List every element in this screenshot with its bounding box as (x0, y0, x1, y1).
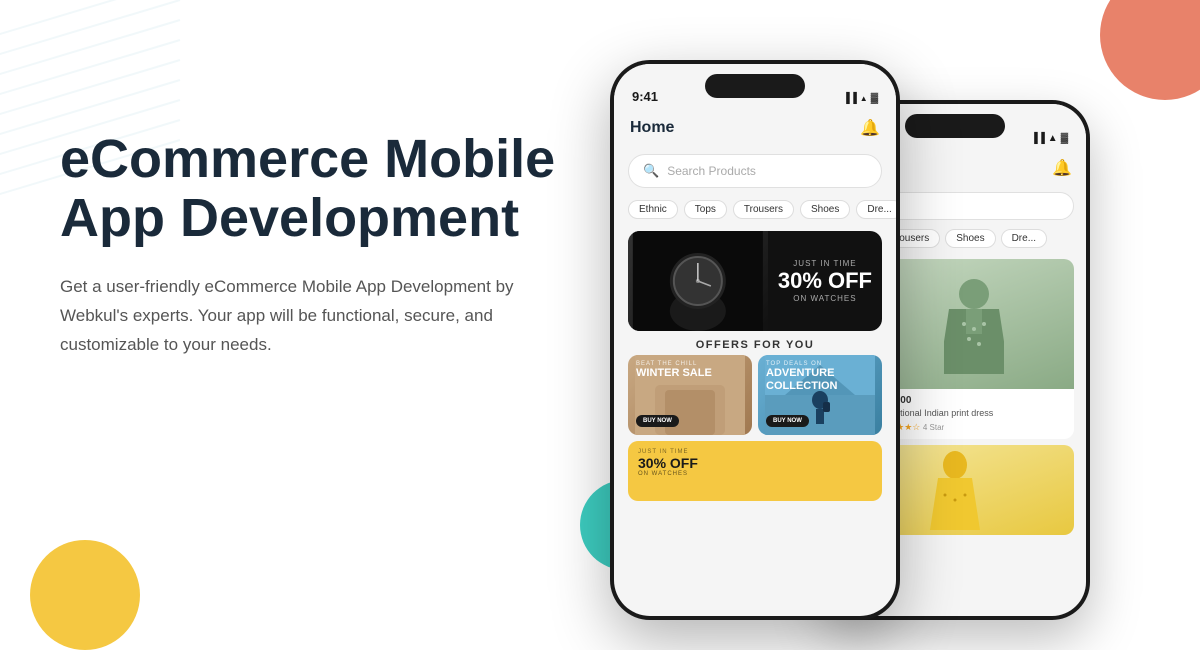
offer-adventure[interactable]: TOP DEALS ON ADVENTURE COLLECTION BUY NO… (758, 355, 882, 435)
product2-image (930, 450, 980, 530)
banner-image (628, 231, 768, 331)
product1-price: ₹ 1500 (880, 395, 1068, 406)
chip-ethnic[interactable]: Ethnic (628, 200, 678, 219)
phone1-bell-icon[interactable]: 🔔 (860, 118, 880, 138)
chip-shoes[interactable]: Shoes (800, 200, 850, 219)
offer-adventure-btn[interactable]: BUY NOW (766, 415, 809, 427)
chip-trousers[interactable]: Trousers (733, 200, 794, 219)
page-title: eCommerce Mobile App Development (60, 130, 600, 249)
phone1-header-title: Home (630, 119, 674, 137)
hero-content: eCommerce Mobile App Development Get a u… (60, 130, 600, 359)
banner-discount: 30% OFF (778, 268, 872, 294)
phone2-product1-info: ₹ 1500 Traditional Indian print dress ★★… (874, 389, 1074, 439)
phone2-status-icons: ▐▐ ▲ ▓ (1031, 133, 1068, 144)
product1-name: Traditional Indian print dress (880, 408, 1068, 420)
phone1-screen: Home 🔔 🔍 Search Products Ethnic Tops Tro… (614, 108, 896, 616)
offers-section-title: OFFERS FOR YOU (614, 339, 896, 351)
banner-text: JUST IN TIME 30% OFF ON WATCHES (778, 259, 872, 303)
offer-winter-btn[interactable]: BUY NOW (636, 415, 679, 427)
phone1-notch (705, 74, 805, 98)
chip-dresses[interactable]: Dre... (856, 200, 896, 219)
offers-grid: BEAT THE CHILL WINTER SALE BUY NOW (614, 355, 896, 435)
phone1-banner: JUST IN TIME 30% OFF ON WATCHES (628, 231, 882, 331)
offer-winter-sale[interactable]: BEAT THE CHILL WINTER SALE BUY NOW (628, 355, 752, 435)
phone2-notch (905, 114, 1005, 138)
chip-shoes[interactable]: Shoes (945, 229, 995, 248)
phones-container: ▐▐ ▲ ▓ Ethnic 🔔 🔍 ops Trouser (580, 0, 1200, 630)
offer3-text: JUST IN TIME 30% OFF ON WATCHES (638, 449, 698, 477)
chip-dresses[interactable]: Dre... (1001, 229, 1047, 248)
banner-tag: JUST IN TIME (778, 259, 872, 268)
phone1-search-bar[interactable]: 🔍 Search Products (628, 154, 882, 188)
offer-winter-main: WINTER SALE (636, 367, 712, 380)
decorative-circle-yellow (30, 540, 140, 650)
product1-stars: ★★★★☆ 4 Star (880, 422, 1068, 433)
search-placeholder: Search Products (667, 164, 756, 178)
hero-description: Get a user-friendly eCommerce Mobile App… (60, 273, 540, 360)
offer-winter-text: BEAT THE CHILL WINTER SALE (636, 361, 712, 380)
offer-adventure-text: TOP DEALS ON ADVENTURE COLLECTION (766, 361, 882, 393)
offer3-item: ON WATCHES (638, 471, 698, 477)
phone1-category-chips: Ethnic Tops Trousers Shoes Dre... (614, 194, 896, 225)
banner-watch-svg (628, 231, 768, 331)
phone1-status-icons: ▐▐ ▲ ▓ (843, 93, 878, 104)
banner-item: ON WATCHES (778, 294, 872, 303)
phone1-time: 9:41 (632, 89, 658, 104)
phone2-bell-icon[interactable]: 🔔 (1052, 158, 1072, 178)
phone2-product-1[interactable]: ₹ 1500 Traditional Indian print dress ★★… (874, 259, 1074, 439)
offer-watches-partial: JUST IN TIME 30% OFF ON WATCHES (628, 441, 882, 501)
phone1-header: Home 🔔 (614, 108, 896, 148)
phone-mockup-1: 9:41 ▐▐ ▲ ▓ Home 🔔 🔍 Search Products (610, 60, 900, 620)
search-icon: 🔍 (643, 163, 659, 179)
product1-image (944, 274, 1004, 374)
chip-tops[interactable]: Tops (684, 200, 727, 219)
offer-adventure-main: ADVENTURE COLLECTION (766, 367, 882, 393)
offer3-discount: 30% OFF (638, 455, 698, 471)
